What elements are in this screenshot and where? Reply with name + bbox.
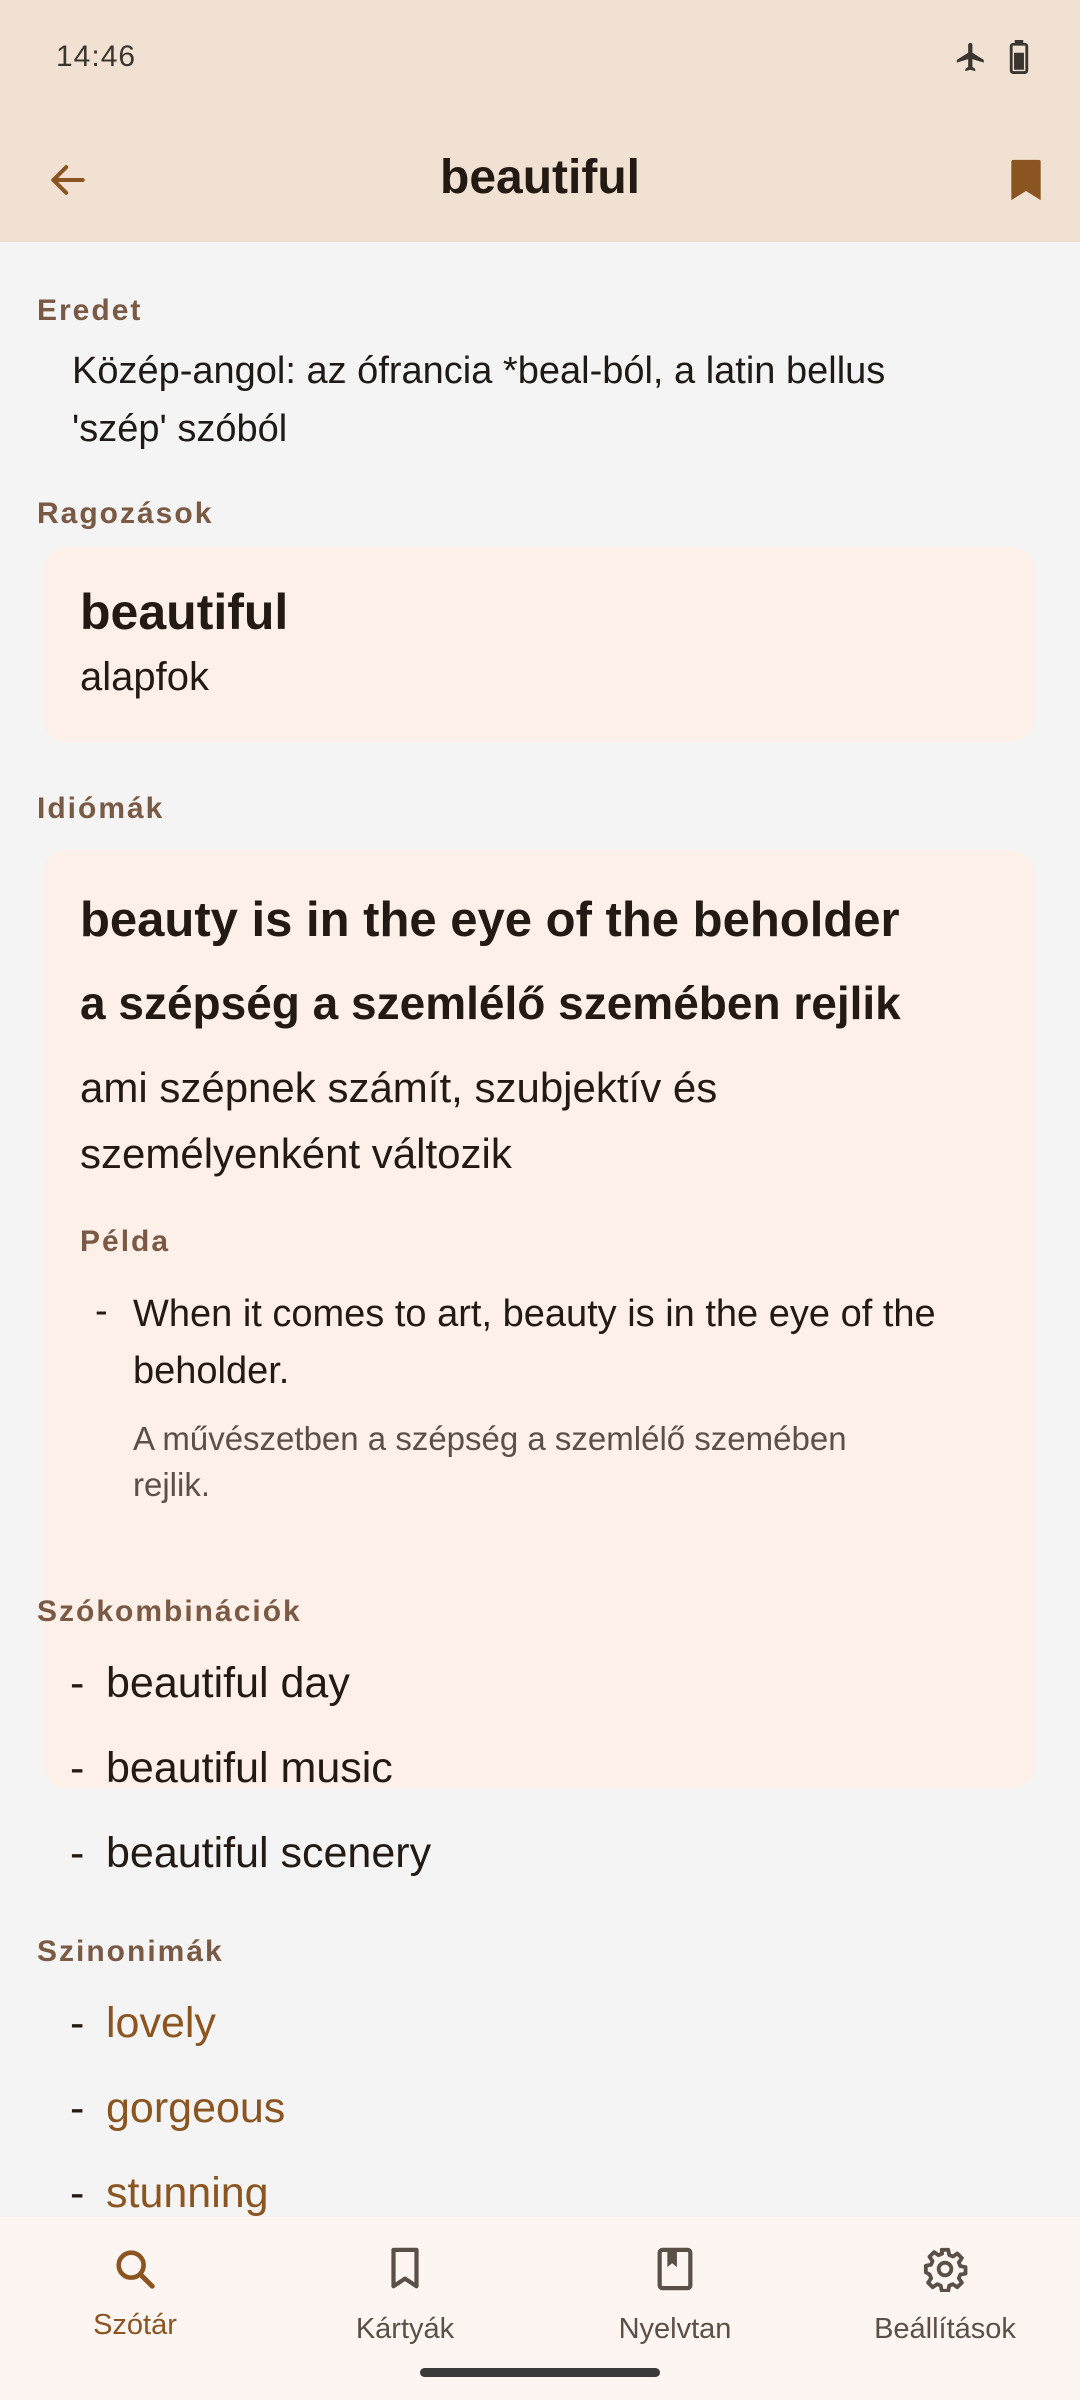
entry-content[interactable]: Eredet Közép-angol: az ófrancia *beal-bó… [0, 242, 1080, 2217]
example-hungarian: A művészetben a szépség a szemlélő szemé… [133, 1416, 993, 1508]
status-time: 14:46 [56, 40, 137, 73]
collocation-item[interactable]: - beautiful scenery [70, 1829, 431, 1878]
battery-icon [1008, 40, 1030, 79]
airplane-icon [954, 40, 988, 79]
top-app-bar: beautiful [0, 120, 1080, 242]
nav-item-dictionary[interactable]: Szótár [0, 2239, 270, 2342]
bookmark-icon [270, 2239, 540, 2299]
synonym-link[interactable]: stunning [106, 2169, 269, 2217]
idiom-card: beauty is in the eye of the beholder a s… [43, 850, 1035, 1788]
nav-label: Beállítások [874, 2313, 1016, 2345]
synonym-link[interactable]: lovely [106, 1999, 216, 2047]
synonyms-label: Szinonimák [37, 1935, 224, 1968]
gesture-handle[interactable] [420, 2368, 660, 2377]
synonym-item[interactable]: - stunning [70, 2169, 269, 2217]
example-english: When it comes to art, beauty is in the e… [133, 1286, 1013, 1400]
list-dash: - [70, 2084, 85, 2132]
idiom-definition-line-1: ami szépnek számít, szubjektív és [80, 1064, 718, 1111]
collocation-item[interactable]: - beautiful day [70, 1659, 350, 1708]
list-dash: - [70, 1829, 85, 1877]
idiom-english: beauty is in the eye of the beholder [80, 893, 900, 947]
nav-item-settings[interactable]: Beállítások [810, 2239, 1080, 2346]
inflection-word: beautiful [80, 584, 289, 640]
nav-label: Kártyák [355, 2313, 455, 2345]
search-icon [0, 2239, 270, 2299]
nav-item-cards[interactable]: Kártyák [270, 2239, 540, 2346]
nav-item-grammar[interactable]: Nyelvtan [540, 2239, 810, 2346]
page-title: beautiful [440, 151, 640, 204]
gear-icon [810, 2239, 1080, 2299]
synonym-link[interactable]: gorgeous [106, 2084, 285, 2132]
inflection-form: alapfok [80, 655, 209, 699]
nav-label: Nyelvtan [618, 2313, 732, 2345]
collocation-item[interactable]: - beautiful music [70, 1744, 393, 1793]
nav-label: Szótár [93, 2309, 177, 2341]
list-dash: - [70, 2169, 85, 2217]
example-dash: - [95, 1290, 108, 1332]
status-bar: 14:46 [0, 0, 1080, 120]
book-icon [540, 2239, 810, 2299]
collocations-label: Szókombinációk [37, 1595, 302, 1628]
bookmark-button[interactable] [994, 150, 1058, 214]
collocation-text: beautiful music [106, 1744, 393, 1792]
status-icons [954, 40, 1030, 79]
synonym-item[interactable]: - gorgeous [70, 2084, 285, 2133]
synonym-item[interactable]: - lovely [70, 1999, 216, 2048]
list-dash: - [70, 1659, 85, 1707]
etymology-line-2: 'szép' szóból [72, 408, 288, 450]
inflection-card: beautiful alapfok [43, 547, 1035, 742]
etymology-text: Közép-angol: az ófrancia *beal-ból, a la… [72, 342, 1032, 458]
collocation-text: beautiful day [106, 1659, 350, 1707]
idiom-definition-line-2: személyenként változik [80, 1130, 512, 1177]
bookmark-filled-icon [1006, 158, 1046, 207]
etymology-line-1: Közép-angol: az ófrancia *beal-ból, a la… [72, 350, 886, 392]
example-english-line-1: When it comes to art, beauty is in the e… [133, 1293, 936, 1335]
list-dash: - [70, 1744, 85, 1792]
idiom-hungarian: a szépség a szemlélő szemében rejlik [80, 977, 901, 1029]
inflections-label: Ragozások [37, 497, 214, 530]
collocation-text: beautiful scenery [106, 1829, 432, 1877]
list-dash: - [70, 1999, 85, 2047]
example-english-line-2: beholder. [133, 1350, 290, 1392]
example-hungarian-line-2: rejlik. [133, 1466, 211, 1503]
idiom-definition: ami szépnek számít, szubjektív és személ… [80, 1055, 980, 1187]
idioms-label: Idiómák [37, 792, 165, 825]
etymology-label: Eredet [37, 294, 143, 327]
example-hungarian-line-1: A művészetben a szépség a szemlélő szemé… [133, 1420, 847, 1457]
example-label: Példa [80, 1225, 171, 1258]
